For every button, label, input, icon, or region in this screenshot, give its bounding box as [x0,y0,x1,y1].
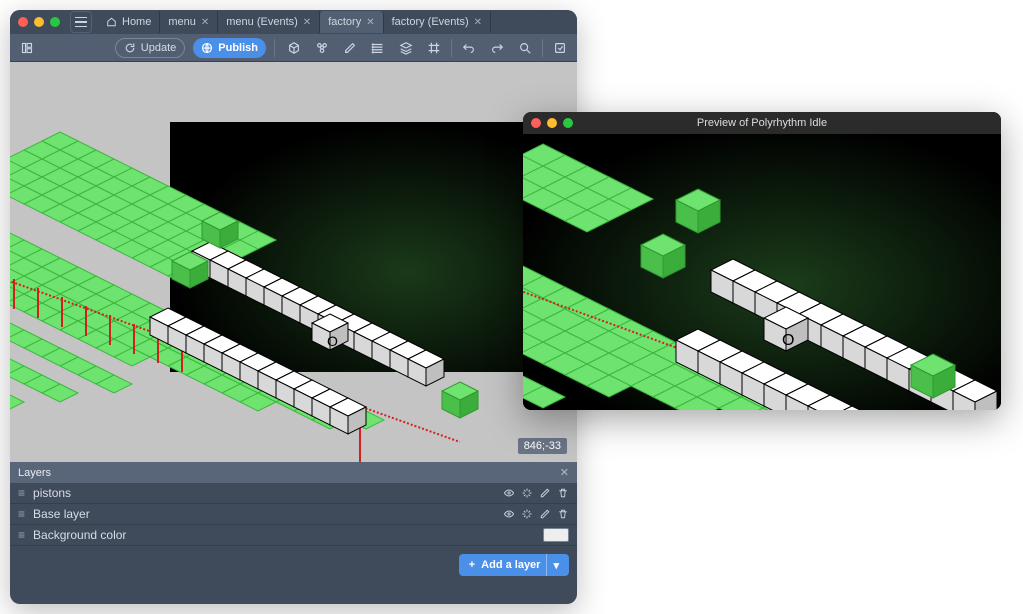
object-icon[interactable] [283,38,305,58]
edit-icon[interactable] [339,38,361,58]
window-controls [18,17,70,27]
instances-icon[interactable] [367,38,389,58]
tab-factory-events[interactable]: factory (Events) ✕ [384,11,491,33]
tab-menu[interactable]: menu ✕ [160,11,218,33]
layers-footer: + Add a layer ▾ [10,546,577,584]
tab-home[interactable]: Home [98,11,160,33]
close-icon[interactable]: ✕ [474,17,482,28]
refresh-icon [124,42,136,54]
tab-label: menu [168,16,196,28]
effects-icon[interactable] [521,487,533,499]
layer-row-base[interactable]: ≡ Base layer [10,504,577,525]
layer-name: pistons [33,486,71,500]
preview-titlebar: Preview of Polyrhythm Idle [523,112,1001,134]
main-menu-button[interactable] [70,11,92,33]
tab-factory[interactable]: factory ✕ [320,11,383,33]
plus-icon: + [469,559,475,571]
preview-window: Preview of Polyrhythm Idle [523,112,1001,410]
edit-layer-icon[interactable] [539,508,551,520]
titlebar: Home menu ✕ menu (Events) ✕ factory ✕ fa… [10,10,577,34]
coordinates-readout: 846;-33 [518,438,567,454]
layer-name: Background color [33,528,126,542]
layer-row-pistons[interactable]: ≡ pistons [10,483,577,504]
divider [274,39,275,57]
grid-icon[interactable] [423,38,445,58]
divider [451,39,452,57]
visibility-icon[interactable] [503,487,515,499]
close-icon[interactable]: ✕ [201,17,209,28]
tab-label: factory (Events) [392,16,469,28]
tab-menu-events[interactable]: menu (Events) ✕ [218,11,320,33]
scene-canvas[interactable]: O 846;-33 [10,62,577,462]
drag-handle-icon[interactable]: ≡ [18,507,25,521]
toolbar: Update Publish [10,34,577,62]
svg-text:O: O [782,332,794,349]
publish-button[interactable]: Publish [193,38,266,58]
globe-icon [201,42,213,54]
minimize-window-icon[interactable] [34,17,44,27]
drag-handle-icon[interactable]: ≡ [18,528,25,542]
behaviors-icon[interactable] [311,38,333,58]
iso-terrain: O [10,112,577,462]
redo-icon[interactable] [486,38,508,58]
undo-icon[interactable] [458,38,480,58]
delete-layer-icon[interactable] [557,508,569,520]
layers-icon[interactable] [395,38,417,58]
close-icon[interactable]: ✕ [303,17,311,28]
svg-text:O: O [327,333,338,349]
layers-header: Layers ✕ [10,462,577,483]
preview-scene: O [523,134,1001,410]
layer-row-bgcolor[interactable]: ≡ Background color [10,525,577,546]
layers-panel: Layers ✕ ≡ pistons ≡ Base layer [10,462,577,584]
tab-label: Home [122,16,151,28]
tab-label: factory [328,16,361,28]
panel-close-icon[interactable]: ✕ [560,466,569,479]
layer-name: Base layer [33,507,90,521]
edit-layer-icon[interactable] [539,487,551,499]
effects-icon[interactable] [521,508,533,520]
zoom-window-icon[interactable] [50,17,60,27]
preview-canvas[interactable]: O [523,134,1001,410]
settings-icon[interactable] [549,38,571,58]
close-icon[interactable]: ✕ [366,17,374,28]
home-icon [106,17,117,27]
preview-title-text: Preview of Polyrhythm Idle [523,117,1001,129]
editor-window: Home menu ✕ menu (Events) ✕ factory ✕ fa… [10,10,577,604]
tab-label: menu (Events) [226,16,298,28]
color-swatch[interactable] [543,528,569,542]
project-structure-icon[interactable] [16,38,38,58]
delete-layer-icon[interactable] [557,487,569,499]
visibility-icon[interactable] [503,508,515,520]
close-window-icon[interactable] [18,17,28,27]
zoom-icon[interactable] [514,38,536,58]
tab-bar: Home menu ✕ menu (Events) ✕ factory ✕ fa… [98,10,491,34]
drag-handle-icon[interactable]: ≡ [18,486,25,500]
chevron-down-icon[interactable]: ▾ [546,554,559,576]
divider [542,39,543,57]
update-button[interactable]: Update [115,38,185,58]
add-layer-button[interactable]: + Add a layer ▾ [459,554,569,576]
